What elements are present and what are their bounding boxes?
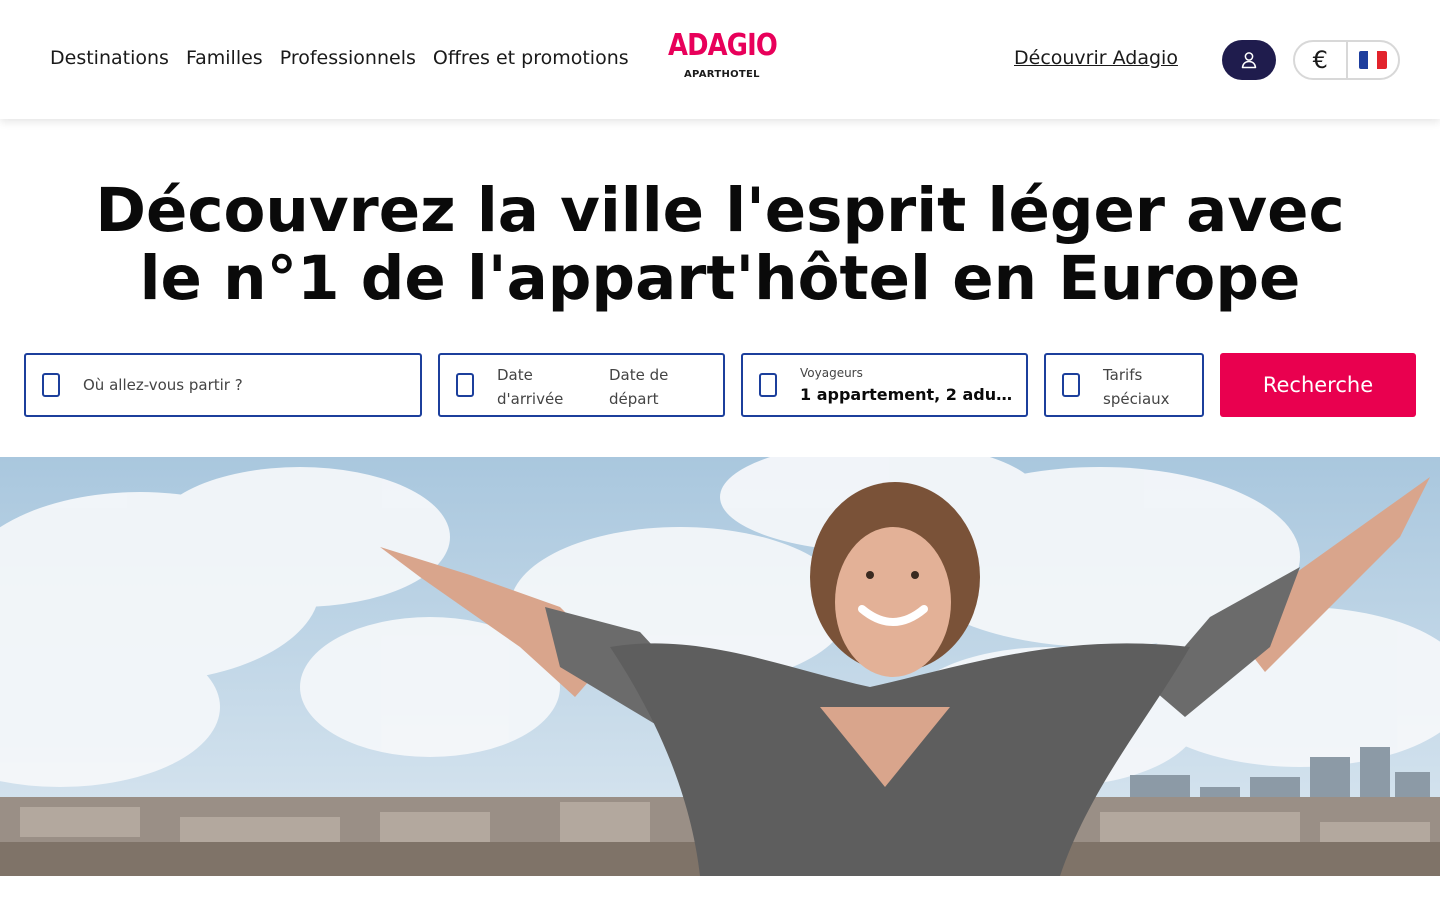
destination-placeholder: Où allez-vous partir ? (83, 376, 243, 394)
currency-symbol: € (1312, 46, 1328, 74)
departure-date-label[interactable]: Date de départ (609, 363, 699, 411)
logo-wordmark: ADAGIO (668, 28, 778, 63)
account-button[interactable] (1222, 40, 1276, 80)
guests-label: Voyageurs (800, 366, 863, 380)
main-nav: Destinations Familles Professionnels Off… (50, 47, 629, 69)
flag-fr-icon (1358, 51, 1387, 69)
location-icon (42, 373, 60, 397)
tag-icon (1062, 373, 1080, 397)
hero-image (0, 457, 1440, 876)
guests-icon (759, 373, 777, 397)
site-header: Destinations Familles Professionnels Off… (0, 0, 1440, 119)
calendar-icon (456, 373, 474, 397)
language-button[interactable] (1345, 42, 1399, 78)
nav-professionnels[interactable]: Professionnels (280, 47, 416, 69)
guests-value: 1 appartement, 2 adultes (800, 385, 1016, 404)
logo-subtitle: APARTHOTEL (684, 69, 760, 80)
guests-field[interactable]: Voyageurs 1 appartement, 2 adultes (741, 353, 1028, 417)
special-rates-label: Tarifs spéciaux (1103, 366, 1170, 408)
user-icon (1241, 52, 1257, 69)
nav-offres[interactable]: Offres et promotions (433, 47, 629, 69)
page-title-line2: le n°1 de l'appart'hôtel en Europe (139, 243, 1301, 314)
adagio-logo[interactable]: ADAGIO APARTHOTEL (668, 28, 778, 84)
search-button[interactable]: Recherche (1220, 353, 1416, 417)
discover-adagio-link[interactable]: Découvrir Adagio (1014, 47, 1178, 69)
page-title: Découvrez la ville l'esprit léger avec l… (0, 177, 1440, 313)
dates-field[interactable]: Date d'arrivée Date de départ (438, 353, 725, 417)
nav-destinations[interactable]: Destinations (50, 47, 169, 69)
arrival-date-label[interactable]: Date d'arrivée (497, 363, 587, 411)
currency-button[interactable]: € (1295, 42, 1346, 78)
currency-language-selector: € (1293, 40, 1400, 80)
nav-familles[interactable]: Familles (186, 47, 263, 69)
page-title-line1: Découvrez la ville l'esprit léger avec (95, 175, 1345, 246)
destination-field[interactable]: Où allez-vous partir ? (24, 353, 422, 417)
special-rates-field[interactable]: Tarifs spéciaux (1044, 353, 1204, 417)
